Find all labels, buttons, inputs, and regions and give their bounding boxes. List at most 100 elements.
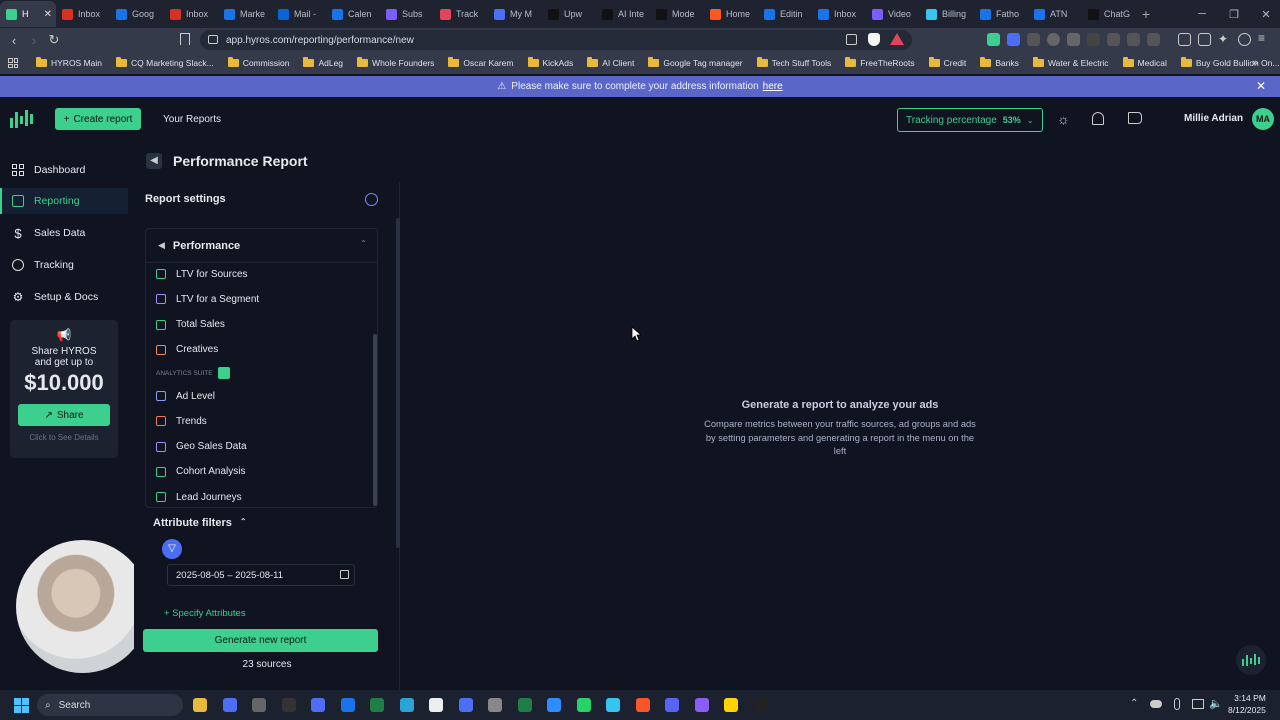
report-type-item[interactable]: Geo Sales Data [156,436,376,458]
report-type-item[interactable]: Trends [156,410,376,432]
taskbar-app-icon[interactable] [311,698,325,712]
sidebar-icon[interactable] [1178,33,1191,46]
more-bookmarks-icon[interactable]: » [1252,57,1258,69]
wallet-icon[interactable] [1198,33,1211,46]
share-icon[interactable] [846,34,857,45]
translate-icon[interactable] [1007,33,1020,46]
taskbar-app-icon[interactable] [635,698,650,712]
minimize-button[interactable]: ─ [1186,0,1218,28]
taskbar-app-icon[interactable] [547,698,561,712]
browser-tab[interactable]: Mail - [272,1,326,27]
new-tab-button[interactable]: + [1136,6,1156,22]
maximize-button[interactable]: ❐ [1218,0,1250,28]
taskbar-app-icon[interactable] [488,698,502,712]
browser-tab[interactable]: AI Inte [596,1,650,27]
bell-icon[interactable] [1092,112,1104,125]
taskbar-app-icon[interactable] [429,698,443,712]
menu-icon[interactable]: ≡ [1258,32,1271,46]
bookmark-item[interactable]: Commission [227,57,289,68]
taskbar-app-icon[interactable] [458,698,473,712]
microphone-icon[interactable] [1174,698,1180,710]
sidebar-item-tracking[interactable]: Tracking [0,252,128,278]
browser-tab[interactable]: Video [866,1,920,27]
create-report-button[interactable]: + Create report [55,108,141,130]
sidebar-item-setup-docs[interactable]: ⚙ Setup & Docs [0,284,128,310]
browser-tab[interactable]: ChatG [1082,1,1136,27]
extension-icon[interactable] [1147,33,1160,46]
specify-attributes-link[interactable]: + Specify Attributes [164,608,246,620]
report-type-item[interactable]: Total Sales [156,314,376,336]
onedrive-icon[interactable] [1150,700,1162,708]
taskbar-app-icon[interactable] [576,698,591,712]
browser-tab[interactable]: Marke [218,1,272,27]
bookmark-item[interactable]: Oscar Karem [448,57,514,68]
taskbar-app-icon[interactable] [281,698,296,712]
report-type-item[interactable]: LTV for Sources [156,263,376,285]
megaphone-icon[interactable] [1128,112,1142,124]
panel-scrollbar[interactable] [396,218,400,548]
date-range-field[interactable]: 2025-08-05 – 2025-08-11 [167,564,355,586]
report-type-item[interactable]: Creatives [156,339,376,361]
bookmark-item[interactable]: Buy Gold Bullion On... [1180,57,1280,68]
clock[interactable]: 3:14 PM 8/12/2025 [1228,692,1266,716]
bookmark-item[interactable]: FreeTheRoots [845,57,915,68]
bookmark-item[interactable]: Whole Founders [357,57,434,68]
report-type-item[interactable]: Ad Level [156,385,376,407]
bookmark-item[interactable]: Banks [980,57,1019,68]
taskbar-app-icon[interactable] [252,698,266,712]
back-icon[interactable]: ‹ [4,33,24,48]
bookmark-item[interactable]: CQ Marketing Slack... [116,57,214,68]
windows-start-icon[interactable] [14,698,29,713]
browser-tab[interactable]: Calen [326,1,380,27]
report-type-item[interactable]: Cohort Analysis [156,461,376,483]
extension-icon[interactable] [1027,33,1040,46]
share-details-link[interactable]: Click to See Details [10,433,118,442]
url-field[interactable]: app.hyros.com/reporting/performance/new [200,30,912,50]
extension-icon[interactable] [987,33,1000,46]
chevron-up-icon[interactable]: ⌃ [1130,698,1138,709]
browser-tab[interactable]: Mode [650,1,704,27]
taskbar-app-icon[interactable] [694,698,709,712]
bookmark-item[interactable]: Tech Stuff Tools [756,57,831,68]
taskbar-search[interactable]: ⌕ Search [37,694,183,716]
browser-tab[interactable]: Goog [110,1,164,27]
performance-group-header[interactable]: ◀ Performance ⌃ [146,229,377,263]
forward-icon[interactable]: › [24,33,44,48]
reload-icon[interactable]: ↻ [44,32,64,48]
taskbar-app-icon[interactable] [340,698,355,712]
extension-icon[interactable] [1087,33,1100,46]
apps-icon[interactable] [8,58,18,68]
bookmark-item[interactable]: Water & Electric [1032,57,1109,68]
bookmark-icon[interactable] [180,33,190,45]
theme-toggle-icon[interactable]: ☼ [1057,111,1070,127]
browser-tab[interactable]: Track [434,1,488,27]
extension-icon[interactable] [1067,33,1080,46]
report-type-item[interactable]: LTV for a Segment [156,288,376,310]
chat-widget-button[interactable] [1236,645,1266,675]
bookmark-item[interactable]: HYROS Main [36,57,102,68]
taskbar-app-icon[interactable] [370,698,384,712]
browser-tab[interactable]: Billing [920,1,974,27]
your-reports-link[interactable]: Your Reports [163,114,221,125]
collapse-panel-icon[interactable] [365,193,378,206]
bookmark-item[interactable]: Medical [1122,57,1167,68]
avatar[interactable]: MA [1252,108,1274,130]
taskbar-app-icon[interactable] [665,698,679,712]
taskbar-app-icon[interactable] [222,698,237,712]
site-info-icon[interactable] [208,35,218,44]
browser-tab[interactable]: Editin [758,1,812,27]
banner-link[interactable]: here [763,81,783,92]
browser-tab[interactable]: Inbox [56,1,110,27]
browser-tab[interactable]: ATN [1028,1,1082,27]
browser-tab[interactable]: Inbox [812,1,866,27]
leo-ai-icon[interactable]: ✦ [1218,33,1231,46]
taskbar-app-icon[interactable] [399,698,414,712]
browser-tab[interactable]: My M [488,1,542,27]
puzzle-icon[interactable] [1127,33,1140,46]
browser-tab[interactable]: Fatho [974,1,1028,27]
generate-report-button[interactable]: Generate new report [143,629,378,652]
extension-icon[interactable] [1107,33,1120,46]
speaker-icon[interactable]: 🔈 [1209,697,1223,710]
browser-tab[interactable]: Upw [542,1,596,27]
brave-rewards-icon[interactable] [890,33,904,45]
